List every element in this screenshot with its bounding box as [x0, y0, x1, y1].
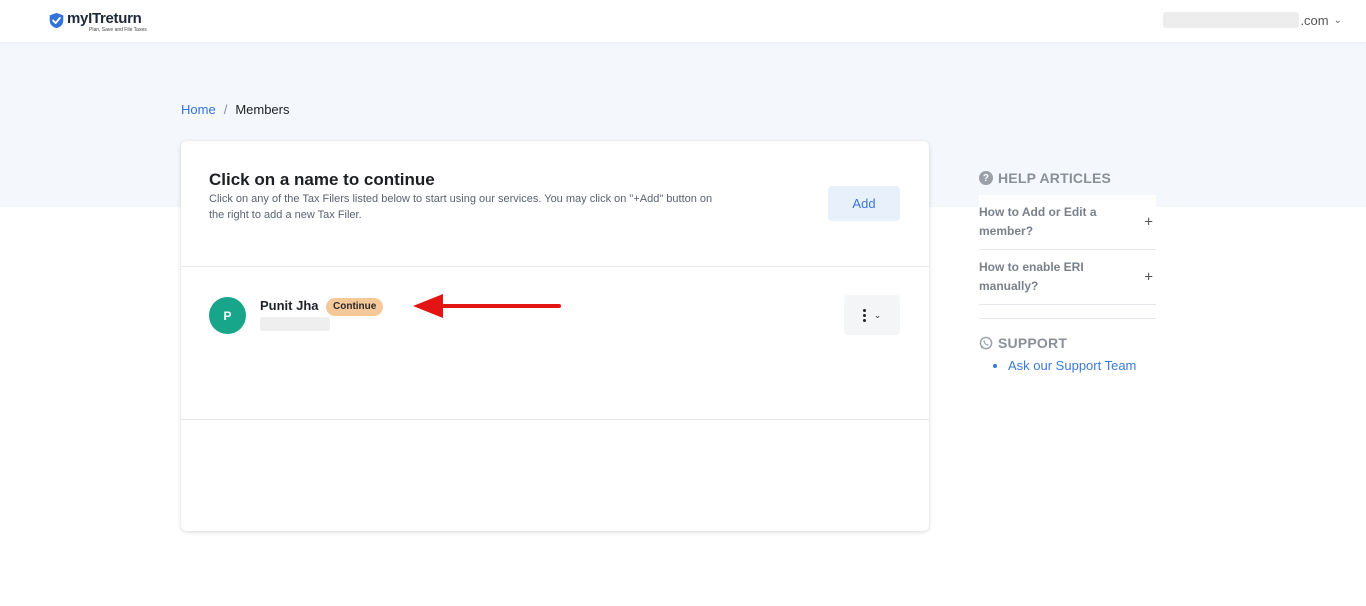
member-details-redacted	[260, 317, 330, 331]
brand-name: myITreturn	[67, 10, 142, 27]
help-article-label: How to Add or Edit a member?	[979, 205, 1097, 238]
help-sidebar: ? HELP ARTICLES How to Add or Edit a mem…	[979, 170, 1156, 373]
user-email-suffix: .com	[1300, 12, 1329, 28]
card-title: Click on a name to continue	[209, 170, 435, 189]
help-list-divider	[979, 305, 1156, 319]
top-navbar: myITreturn Plan, Save and File Taxes .co…	[0, 0, 1366, 42]
question-circle-icon: ?	[979, 171, 993, 185]
help-article-enable-eri[interactable]: How to enable ERI manually? +	[979, 250, 1156, 305]
user-account-menu[interactable]: .com ⌄	[1163, 12, 1342, 28]
shield-check-icon	[49, 12, 64, 29]
member-avatar: P	[209, 297, 246, 334]
plus-icon[interactable]: +	[1144, 268, 1153, 287]
ask-support-team-link[interactable]: Ask our Support Team	[1008, 358, 1136, 373]
help-articles-list: How to Add or Edit a member? + How to en…	[979, 195, 1156, 319]
member-name[interactable]: Punit Jha	[260, 298, 319, 313]
breadcrumb: Home / Members	[181, 102, 290, 117]
member-row[interactable]: P Punit Jha Continue ⌄	[181, 267, 929, 420]
support-link-item: Ask our Support Team	[1008, 358, 1156, 373]
help-articles-heading: ? HELP ARTICLES	[979, 170, 1156, 186]
help-article-label: How to enable ERI manually?	[979, 260, 1084, 293]
brand-logo[interactable]: myITreturn Plan, Save and File Taxes	[48, 10, 147, 33]
help-articles-title: HELP ARTICLES	[998, 170, 1112, 186]
whatsapp-icon	[979, 336, 993, 350]
breadcrumb-separator: /	[223, 102, 228, 117]
support-links: Ask our Support Team	[979, 358, 1156, 373]
brand-tagline: Plan, Save and File Taxes	[89, 27, 147, 33]
breadcrumb-current: Members	[235, 102, 290, 117]
support-heading: SUPPORT	[979, 335, 1156, 351]
plus-icon[interactable]: +	[1144, 213, 1153, 232]
chevron-down-icon: ⌄	[873, 309, 882, 320]
members-card-header: Click on a name to continue Click on any…	[181, 141, 929, 267]
add-member-button[interactable]: Add	[828, 186, 900, 221]
breadcrumb-home-link[interactable]: Home	[181, 102, 216, 117]
support-title: SUPPORT	[998, 335, 1068, 351]
member-options-button[interactable]: ⌄	[844, 295, 900, 335]
help-article-add-edit-member[interactable]: How to Add or Edit a member? +	[979, 195, 1156, 250]
continue-badge[interactable]: Continue	[326, 298, 384, 316]
kebab-menu-icon	[862, 308, 866, 323]
chevron-down-icon: ⌄	[1333, 14, 1342, 26]
card-description: Click on any of the Tax Filers listed be…	[209, 193, 713, 221]
user-email-redacted	[1163, 12, 1300, 28]
members-card: Click on a name to continue Click on any…	[181, 141, 929, 531]
red-arrow-annotation	[413, 294, 561, 318]
